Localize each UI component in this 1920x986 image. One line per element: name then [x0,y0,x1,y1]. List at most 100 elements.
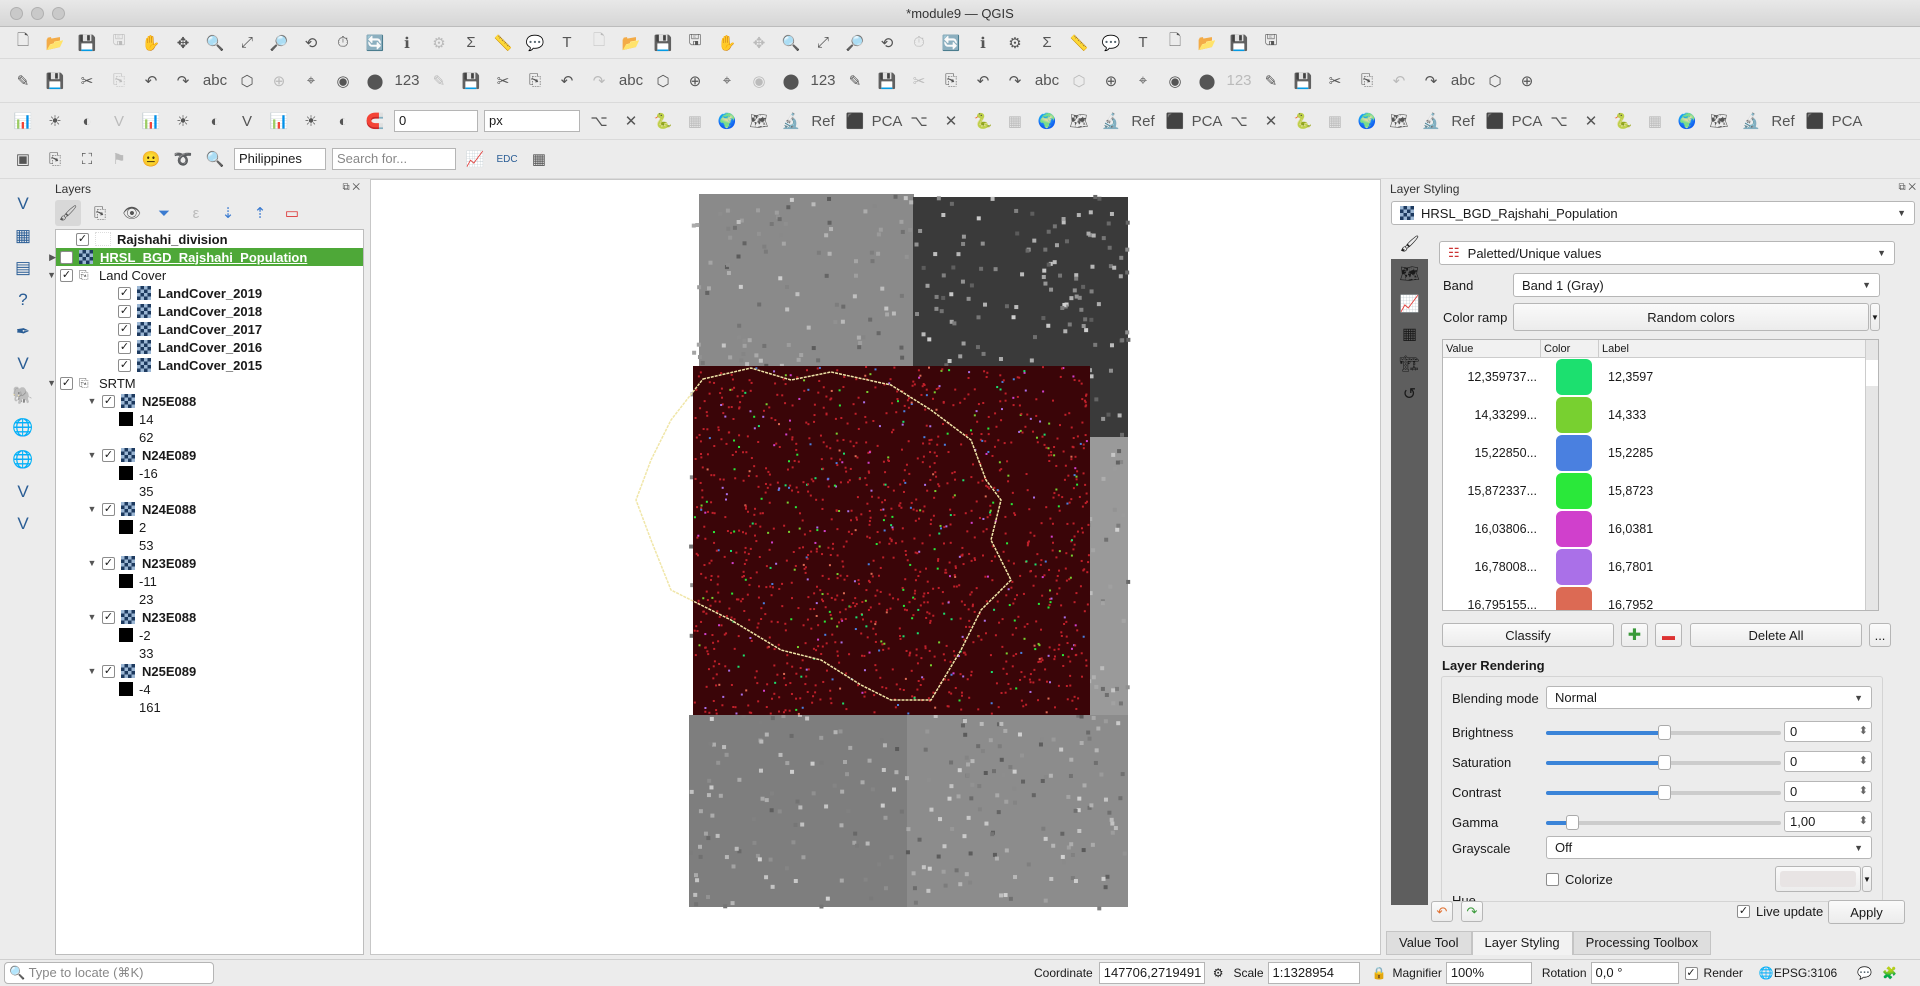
toolbar-tool-icon[interactable]: ✂ [1322,68,1348,94]
saturation-slider[interactable] [1546,755,1781,770]
toolbar-tool-icon[interactable]: 💾 [42,68,68,94]
toolbar-tool-icon[interactable]: ⬤ [778,68,804,94]
profile-tool-icon[interactable]: 📈 [462,146,488,172]
scale-field[interactable]: 1:1328954 [1267,962,1360,984]
class-label[interactable]: 12,3597 [1608,370,1653,384]
layer-visibility-checkbox[interactable]: ✓ [118,358,131,372]
coordinate-field[interactable]: 147706,2719491 [1098,962,1205,984]
toolbar-tool-icon[interactable]: ↶ [970,68,996,94]
toolbar-tool-icon[interactable]: ✎ [1258,68,1284,94]
toolbar-tool-icon[interactable]: 🗺 [1706,108,1732,134]
toolbar-tool-icon[interactable]: 📏 [1066,30,1092,56]
toolbar-tool-icon[interactable]: 🐍 [1290,108,1316,134]
toolbar-tool-icon[interactable]: 💬 [522,30,548,56]
brightness-spinbox[interactable]: 0 [1784,721,1872,742]
expand-toggle-icon[interactable]: ▼ [47,270,56,280]
toolbar-tool-icon[interactable]: ✂ [490,68,516,94]
toolbar-tool-icon[interactable]: 💾 [1226,30,1252,56]
processing-tab-icon[interactable]: 🏗 [1391,349,1428,379]
class-row[interactable]: 14,33299... 14,333 [1443,396,1878,434]
transparency-tab-icon[interactable]: 🗺 [1391,259,1428,289]
toolbar-tool-icon[interactable]: 😐 [138,146,164,172]
toolbar-tool-icon[interactable]: 🐍 [1610,108,1636,134]
toolbar-tool-icon[interactable]: 🐍 [970,108,996,134]
color-ramp-button[interactable]: Random colors [1513,303,1869,331]
class-label[interactable]: 16,0381 [1608,522,1653,536]
classify-button[interactable]: Classify [1442,623,1614,647]
toolbar-tool-icon[interactable]: 🌍 [1354,108,1380,134]
toolbar-tool-icon[interactable]: ▣ [10,146,36,172]
toolbar-tool-icon[interactable]: PCA [872,108,903,134]
toolbar-tool-icon[interactable]: 💾 [458,68,484,94]
layer-visibility-checkbox[interactable]: ✓ [102,610,115,624]
toolbar-tool-icon[interactable]: ⬡ [1066,68,1092,94]
layer-item[interactable]: ✓ Rajshahi_division [56,230,363,248]
toolbar-tool-icon[interactable]: ↷ [1418,68,1444,94]
layer-item[interactable]: ▶ ✓ HRSL_BGD_Rajshahi_Population [49,248,363,266]
colorize-checkbox[interactable]: Colorize [1546,872,1613,887]
toolbar-tool-icon[interactable]: 🔎 [842,30,868,56]
expand-toggle-icon[interactable]: ▼ [86,450,98,460]
toolbar-tool-icon[interactable]: 🐍 [650,108,676,134]
toolbar-tool-icon[interactable]: ↷ [586,68,612,94]
window-controls[interactable] [10,7,65,20]
layer-item[interactable]: ▼ ✓ N23E088 [56,608,363,626]
toolbar-tool-icon[interactable]: 🖫 [1258,30,1284,56]
add-layer-icon[interactable]: ▦ [7,223,39,249]
render-checkbox[interactable]: ✓ [1684,966,1698,980]
column-label[interactable]: Label [1599,340,1878,357]
add-group-icon[interactable]: ⎘ [87,200,113,226]
live-update-box[interactable]: ✓ [1737,905,1750,918]
toolbar-tool-icon[interactable]: ⬛ [842,108,868,134]
layer-visibility-checkbox[interactable]: ✓ [60,376,73,390]
layer-visibility-checkbox[interactable]: ✓ [118,340,131,354]
toolbar-tool-icon[interactable]: 🌍 [1674,108,1700,134]
toolbar-tool-icon[interactable]: ⬡ [234,68,260,94]
toolbar-tool-icon[interactable]: ℹ [970,30,996,56]
toolbar-tool-icon[interactable]: 🖫 [106,30,132,56]
class-color-swatch[interactable] [1556,587,1592,610]
delete-all-button[interactable]: Delete All [1690,623,1862,647]
add-layer-icon[interactable]: ? [7,287,39,313]
toolbar-tool-icon[interactable]: 🗋 [586,30,612,56]
tab-layer-styling[interactable]: Layer Styling [1471,931,1573,955]
toolbar-tool-icon[interactable]: 💾 [1290,68,1316,94]
toolbar-tool-icon[interactable]: ⚑ [106,146,132,172]
toolbar-tool-icon[interactable]: ▦ [1322,108,1348,134]
toolbar-tool-icon[interactable]: abc [1034,68,1060,94]
class-row[interactable]: 12,359737... 12,3597 [1443,358,1878,396]
style-manager-icon[interactable]: 🖌 [55,200,81,226]
toolbar-tool-icon[interactable]: 🔬 [1418,108,1444,134]
add-layer-icon[interactable]: V [7,479,39,505]
band-select[interactable]: Band 1 (Gray) ▼ [1513,273,1880,297]
toolbar-tool-icon[interactable]: 123 [394,68,420,94]
gamma-spinbox[interactable]: 1,00 [1784,811,1872,832]
pyramids-tab-icon[interactable]: ▦ [1391,319,1428,349]
add-layer-icon[interactable]: V [7,351,39,377]
search-input[interactable]: Search for... [332,148,456,170]
plugin-icon[interactable]: ▦ [526,146,552,172]
toolbar-tool-icon[interactable]: ⎘ [42,146,68,172]
styling-scrollbar[interactable] [1906,189,1919,911]
toolbar-tool-icon[interactable]: ⌖ [714,68,740,94]
toolbar-tool-icon[interactable]: 123 [1226,68,1252,94]
toolbar-tool-icon[interactable]: 🌍 [714,108,740,134]
zoom-window-button[interactable] [52,7,65,20]
layer-item[interactable]: ✓ LandCover_2018 [56,302,363,320]
toolbar-tool-icon[interactable]: T [1130,30,1156,56]
expand-toggle-icon[interactable]: ▼ [86,612,98,622]
toolbar-tool-icon[interactable]: 🔍 [778,30,804,56]
add-layer-icon[interactable]: 🐘 [7,383,39,409]
symbology-tab-icon[interactable]: 🖌 [1391,229,1428,259]
collapse-all-icon[interactable]: ⇡ [247,200,273,226]
toolbar-tool-icon[interactable]: 🗋 [1162,30,1188,56]
toolbar-tool-icon[interactable]: 🔬 [778,108,804,134]
toolbar-tool-icon[interactable]: ⊕ [266,68,292,94]
layer-visibility-checkbox[interactable]: ✓ [118,286,131,300]
toolbar-tool-icon[interactable]: ◉ [1162,68,1188,94]
layer-tree[interactable]: ✓ Rajshahi_division ▶ ✓ HRSL_BGD_Rajshahi_Po… [47,229,364,955]
toolbar-tool-icon[interactable]: ✕ [938,108,964,134]
toolbar-tool-icon[interactable]: 📊 [266,108,292,134]
toolbar-tool-icon[interactable]: ✋ [714,30,740,56]
toolbar-tool-icon[interactable]: 📂 [42,30,68,56]
